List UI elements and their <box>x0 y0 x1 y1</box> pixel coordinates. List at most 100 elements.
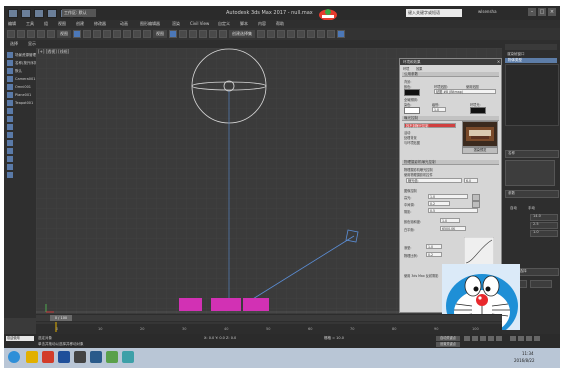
material-editor-icon[interactable] <box>307 30 315 38</box>
filter-spacewarps-icon[interactable] <box>7 92 13 98</box>
midtones-input[interactable]: 0.2 <box>428 201 450 206</box>
placement-icon[interactable] <box>143 30 151 38</box>
next-frame-icon[interactable] <box>488 336 494 341</box>
midtones-button[interactable] <box>472 201 480 208</box>
percent-snap-icon[interactable] <box>209 30 217 38</box>
scale-icon[interactable] <box>133 30 141 38</box>
save-file-icon[interactable] <box>47 9 57 18</box>
selection-filter-dropdown[interactable]: 视图 <box>57 30 71 38</box>
rendered-frame-icon[interactable] <box>327 30 335 38</box>
object-list[interactable] <box>505 64 559 126</box>
wechat-app-icon[interactable] <box>106 351 118 363</box>
vignette-input[interactable]: 1.0 <box>426 244 442 249</box>
filter-groups-icon[interactable] <box>7 100 13 106</box>
user-account[interactable]: wlsensha <box>478 9 497 14</box>
exposure-value-row[interactable]: 曝光值: <box>406 178 462 183</box>
highlights-button[interactable] <box>472 194 480 201</box>
bind-space-warp-icon[interactable] <box>47 30 55 38</box>
filter-all-icon[interactable] <box>7 148 13 154</box>
play-icon[interactable] <box>480 336 486 341</box>
dialog-tab-effects[interactable]: 效果 <box>416 66 422 71</box>
teapot-objects[interactable] <box>179 298 269 311</box>
section-physical-camera[interactable]: 物理摄影机曝光控制 <box>402 160 499 165</box>
set-key-button[interactable]: 设置关键点 <box>436 342 460 347</box>
render-preview-button[interactable]: 渲染预览 <box>462 147 498 154</box>
manipulate-icon[interactable] <box>179 30 187 38</box>
workspace-dropdown[interactable]: 工作区: 默认 <box>62 9 96 17</box>
highlights-dropdown[interactable]: 1.0 <box>428 194 468 199</box>
pivot-center-icon[interactable] <box>169 30 177 38</box>
zoom-icon[interactable] <box>510 336 516 341</box>
reference-coordinate-dropdown[interactable]: 视图 <box>153 30 167 38</box>
shadows-input[interactable]: 0.5 <box>428 208 478 213</box>
filter-xrefs-icon[interactable] <box>7 108 13 114</box>
rectangle-selection-icon[interactable] <box>93 30 101 38</box>
move-icon[interactable] <box>113 30 121 38</box>
exposure-type-dropdown[interactable]: 找不到曝光控制 <box>404 123 456 128</box>
ribbon-tab-select[interactable]: 选择 <box>10 41 18 47</box>
explorer-item[interactable]: 默认 <box>15 69 22 74</box>
mirror-icon[interactable] <box>257 30 265 38</box>
spinner-snap-icon[interactable] <box>219 30 227 38</box>
angle-snap-icon[interactable] <box>199 30 207 38</box>
maximize-viewport-icon[interactable] <box>534 336 540 341</box>
chat-app-icon[interactable] <box>122 351 134 363</box>
filter-geometry-icon[interactable] <box>7 52 13 58</box>
filter-none-icon[interactable] <box>7 156 13 162</box>
menu-item-scripting[interactable]: 脚本 <box>240 21 248 27</box>
photoshop-app-icon[interactable] <box>58 351 70 363</box>
pan-icon[interactable] <box>518 336 524 341</box>
section-common-params[interactable]: 公用参数 <box>402 72 499 77</box>
saturation-input[interactable]: 1.0 <box>440 218 460 223</box>
maximize-icon[interactable]: □ <box>538 8 546 16</box>
dialog-close-icon[interactable]: × <box>496 59 501 65</box>
filter-options-icon[interactable] <box>7 172 13 178</box>
menu-item-edit[interactable]: 编辑 <box>8 21 16 27</box>
schematic-view-icon[interactable] <box>297 30 305 38</box>
use-physical-camera-radio[interactable]: 使用物理摄影机控件 <box>404 172 433 177</box>
menu-item-help[interactable]: 帮助 <box>276 21 284 27</box>
layer-explorer-icon[interactable] <box>277 30 285 38</box>
time-slider-thumb[interactable]: 0 / 100 <box>50 315 72 321</box>
background-color-swatch[interactable] <box>404 89 420 96</box>
menu-item-create[interactable]: 创建 <box>76 21 84 27</box>
search-input[interactable]: 键入关键字或短语 <box>406 9 462 17</box>
menu-item-views[interactable]: 视图 <box>58 21 66 27</box>
named-selection-dropdown[interactable]: 创建选择集 <box>229 30 255 38</box>
explorer-item[interactable]: Plane001 <box>15 93 31 97</box>
explorer-item[interactable]: Omni001 <box>15 85 31 89</box>
tint-color-swatch[interactable] <box>404 107 420 114</box>
explorer-item[interactable]: Teapot001 <box>15 101 33 105</box>
browser-button-b[interactable] <box>530 280 552 288</box>
app-menu-button[interactable] <box>8 9 18 18</box>
filter-frozen-icon[interactable] <box>7 132 13 138</box>
level-input[interactable]: 1.0 <box>432 107 446 112</box>
redo-icon[interactable] <box>17 30 25 38</box>
ribbon-tab-display[interactable]: 显示 <box>28 41 36 47</box>
goto-end-icon[interactable] <box>496 336 502 341</box>
rotate-icon[interactable] <box>123 30 131 38</box>
filter-containers-icon[interactable] <box>7 124 13 130</box>
select-object-icon[interactable] <box>73 30 81 38</box>
maxscript-listener[interactable]: 欢迎使用 MAXScript <box>6 336 34 341</box>
env-map-button[interactable]: 贴图 #8 (Bitmap) <box>434 89 496 94</box>
filter-invert-icon[interactable] <box>7 164 13 170</box>
menu-item-modifiers[interactable]: 修改器 <box>94 21 106 27</box>
auto-radio[interactable]: 自动 <box>510 206 517 211</box>
filter-shapes-icon[interactable] <box>7 60 13 66</box>
prev-frame-icon[interactable] <box>472 336 478 341</box>
render-production-icon[interactable] <box>337 30 345 38</box>
menu-item-graph-editors[interactable]: 图形编辑器 <box>140 21 160 27</box>
unlink-icon[interactable] <box>37 30 45 38</box>
menu-item-customize[interactable]: 自定义 <box>218 21 230 27</box>
clock-date[interactable]: 2016/8/22 <box>514 358 535 363</box>
command-panel-tabs[interactable] <box>505 44 557 50</box>
goto-start-icon[interactable] <box>464 336 470 341</box>
viewport-label[interactable]: [+] [透视] [线框] <box>38 49 69 55</box>
time-slider-track[interactable] <box>36 315 502 321</box>
undo-icon[interactable] <box>7 30 15 38</box>
window-crossing-icon[interactable] <box>103 30 111 38</box>
dialog-tab-environment[interactable]: 环境 <box>403 66 409 71</box>
close-icon[interactable]: × <box>548 8 556 16</box>
filter-helpers-icon[interactable] <box>7 84 13 90</box>
